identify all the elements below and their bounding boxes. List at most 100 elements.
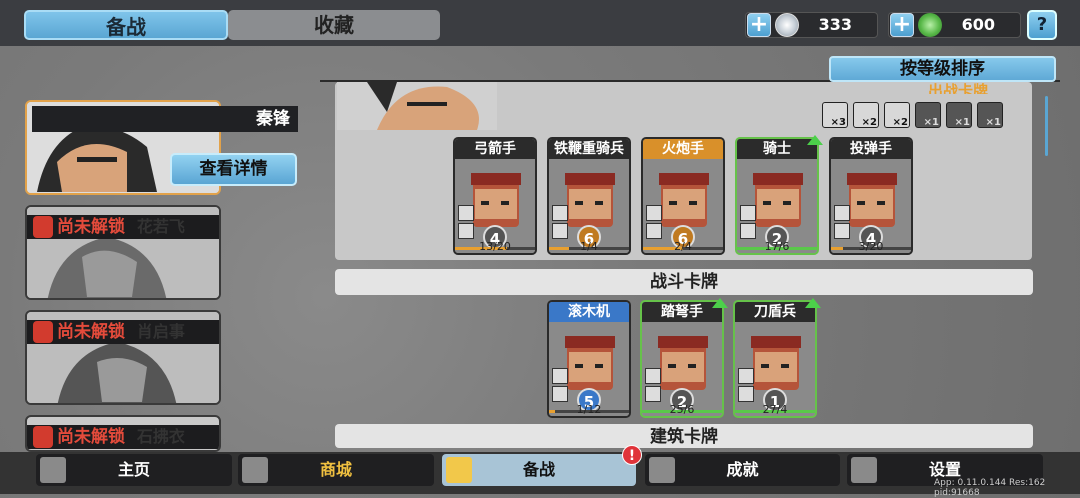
upgrade-arrow-icon	[807, 135, 823, 145]
view-details-button[interactable]: 查看详情	[170, 153, 297, 186]
unit-progress: 13/20	[479, 240, 511, 253]
lock-status-bar: 尚未解锁 花若飞	[27, 215, 219, 239]
lock-status: 尚未解锁	[57, 427, 125, 447]
unit-counter-value: ×1	[954, 117, 970, 128]
lock-icon	[33, 216, 53, 238]
notification-badge: !	[622, 445, 642, 465]
locked-hero-card[interactable]: 尚未解锁 肖启事	[25, 310, 221, 405]
lock-status: 尚未解锁	[57, 322, 125, 342]
unit-card[interactable]: 铁鞭重骑兵 6	[547, 137, 631, 255]
unit-card-title: 踏弩手	[642, 302, 722, 322]
deploy-header: 出战卡牌	[928, 82, 989, 94]
locked-hero-name: 肖启事	[136, 322, 185, 341]
silver-coin-icon	[775, 13, 799, 37]
shield-icon	[834, 223, 850, 239]
lock-status: 尚未解锁	[57, 217, 125, 237]
unit-counter: ×1	[915, 102, 941, 128]
nav-coins[interactable]: 商城	[238, 454, 434, 486]
skill-icon	[552, 368, 568, 384]
nav-label: 设置	[928, 460, 961, 479]
lock-icon	[33, 321, 53, 343]
gem-value: 600	[961, 15, 995, 34]
unit-card[interactable]: 弓箭手 4	[453, 137, 537, 255]
unit-counter: ×2	[884, 102, 910, 128]
unit-counter-value: ×2	[861, 117, 877, 128]
skill-icon	[834, 205, 850, 221]
lock-status-bar: 尚未解锁 肖启事	[27, 320, 219, 344]
unit-card[interactable]: 投弹手 4	[829, 137, 913, 255]
nav-cards[interactable]: 备战	[442, 454, 636, 486]
add-silver-button[interactable]: +	[747, 13, 771, 37]
tab-collection[interactable]: 收藏	[228, 10, 440, 40]
silver-value: 333	[818, 15, 852, 34]
unit-progress: 3/20	[858, 240, 884, 253]
skill-icon	[738, 368, 754, 384]
add-gem-button[interactable]: +	[890, 13, 914, 37]
unit-card-title: 刀盾兵	[735, 302, 815, 322]
unit-counter-value: ×1	[985, 117, 1001, 128]
lock-status-bar: 尚未解锁 石拂衣	[27, 425, 219, 449]
unit-card[interactable]: 踏弩手 2	[640, 300, 724, 418]
nav-label: 主页	[117, 460, 150, 479]
unit-card-title: 弓箭手	[455, 139, 535, 159]
unit-card[interactable]: 滚木机 5	[547, 300, 631, 418]
shield-icon	[552, 386, 568, 402]
nav-achievement[interactable]: 成就	[645, 454, 840, 486]
upgrade-arrow-icon	[805, 298, 821, 308]
shield-icon	[458, 223, 474, 239]
unit-card-title: 滚木机	[549, 302, 629, 322]
battle-cards-section-title: 战斗卡牌	[335, 269, 1033, 295]
unit-card-title: 铁鞭重骑兵	[549, 139, 629, 159]
skill-icon	[552, 205, 568, 221]
locked-hero-card[interactable]: 尚未解锁 石拂衣	[25, 415, 221, 452]
coins-icon	[242, 457, 268, 483]
skill-icon	[645, 368, 661, 384]
unit-card[interactable]: 火炮手 6	[641, 137, 725, 255]
unit-counter: ×2	[853, 102, 879, 128]
castle-icon	[40, 457, 66, 483]
unit-counter-value: ×1	[923, 117, 939, 128]
unit-counter: ×1	[977, 102, 1003, 128]
unit-progress: 25/6	[669, 403, 695, 416]
unit-type-counters: ×3 ×2 ×2 ×1 ×1 ×1	[822, 102, 1012, 128]
nav-label: 商城	[319, 460, 352, 479]
unit-progress: 1/4	[580, 240, 598, 253]
cards-icon	[446, 457, 472, 483]
unit-card-title: 火炮手	[643, 139, 723, 159]
unit-counter-value: ×2	[892, 117, 908, 128]
sort-by-level-button[interactable]: 按等级排序	[829, 56, 1056, 82]
locked-hero-card[interactable]: 尚未解锁 花若飞	[25, 205, 221, 300]
locked-hero-name: 石拂衣	[136, 427, 185, 446]
unit-card[interactable]: 骑士 2	[735, 137, 819, 255]
tab-prepare[interactable]: 备战	[24, 10, 228, 40]
shield-icon	[552, 223, 568, 239]
gear-icon	[851, 457, 877, 483]
shield-icon	[740, 223, 756, 239]
unit-card-title: 投弹手	[831, 139, 911, 159]
scrollbar[interactable]	[1045, 96, 1048, 156]
shield-icon	[646, 223, 662, 239]
shield-icon	[738, 386, 754, 402]
unit-counter-value: ×3	[830, 117, 846, 128]
nav-label: 成就	[726, 460, 759, 479]
skill-icon	[646, 205, 662, 221]
unit-counter: ×3	[822, 102, 848, 128]
shield-icon	[645, 386, 661, 402]
unit-progress: 1/12	[576, 403, 602, 416]
unit-card[interactable]: 刀盾兵 1	[733, 300, 817, 418]
nav-label: 备战	[522, 460, 555, 479]
locked-hero-name: 花若飞	[136, 217, 185, 236]
green-gem-icon	[918, 13, 942, 37]
achievement-icon	[649, 457, 675, 483]
version-info: App: 0.11.0.144 Res:162 pid:91668	[934, 478, 1046, 498]
nav-castle[interactable]: 主页	[36, 454, 232, 486]
hero-banner-portrait	[337, 82, 497, 130]
unit-card-title: 骑士	[737, 139, 817, 159]
upgrade-arrow-icon	[712, 298, 728, 308]
unit-counter: ×1	[946, 102, 972, 128]
hero-name: 秦锋	[32, 106, 298, 132]
building-cards-section-title: 建筑卡牌	[335, 424, 1033, 448]
help-button[interactable]: ?	[1027, 10, 1057, 40]
skill-icon	[740, 205, 756, 221]
unit-progress: 27/4	[762, 403, 788, 416]
